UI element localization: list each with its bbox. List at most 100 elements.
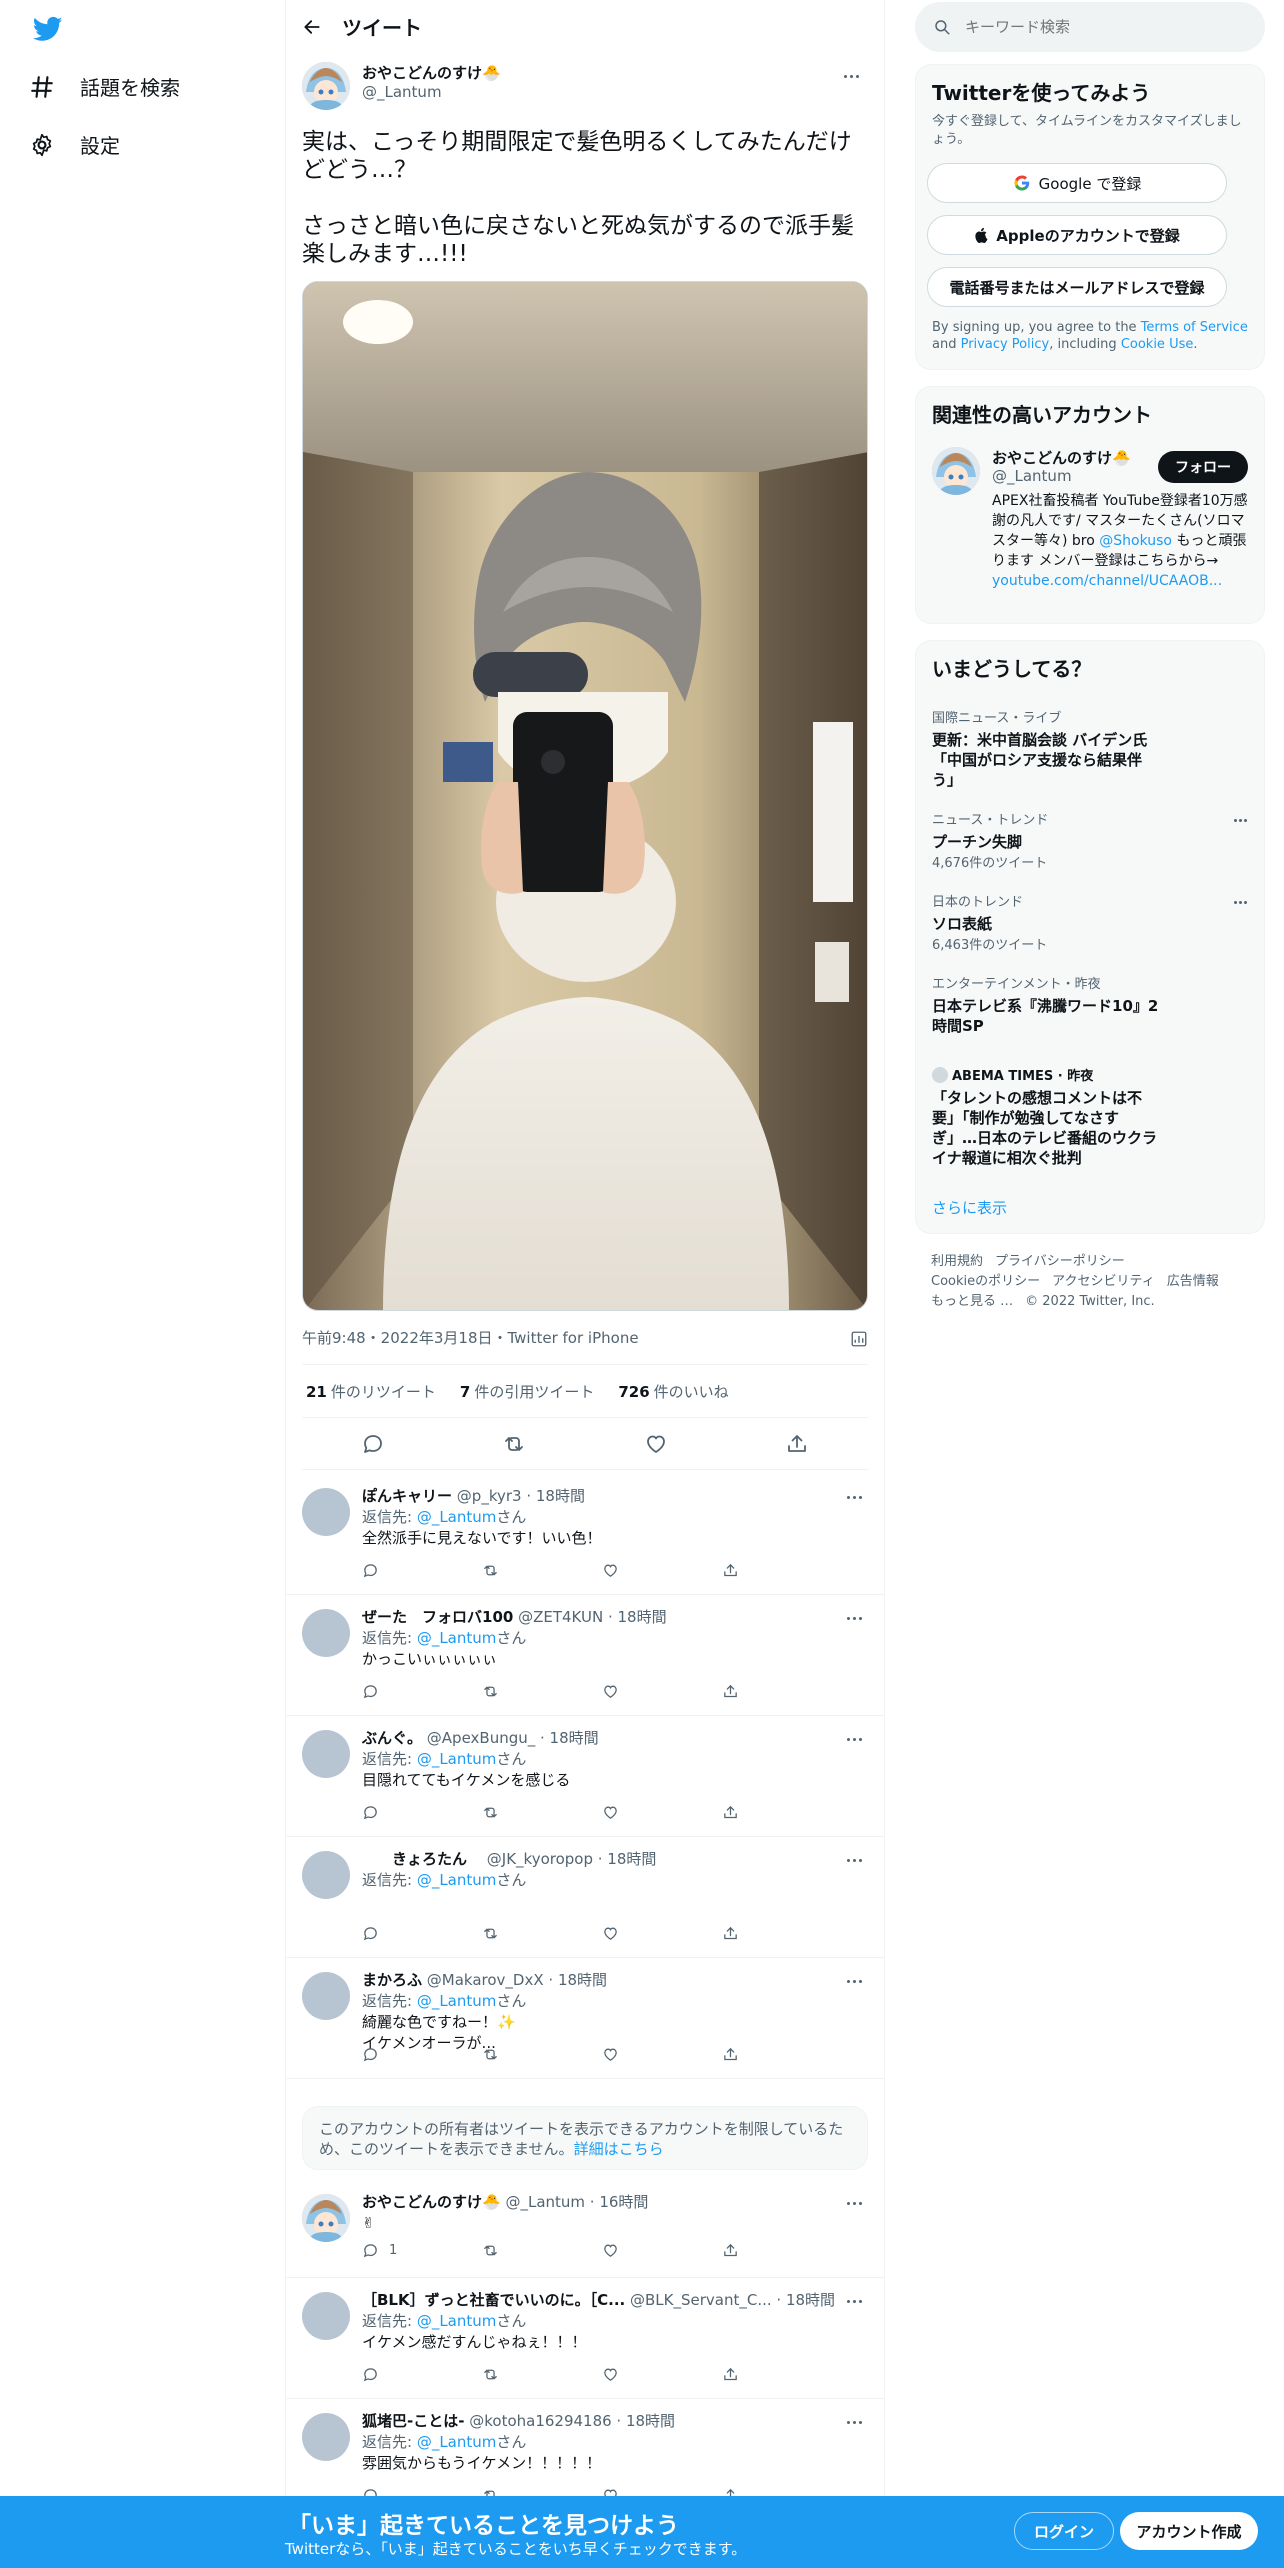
tweet-author-handle[interactable]: @_Lantum: [362, 83, 501, 101]
reply-author-name[interactable]: きょろたん: [362, 1850, 482, 1868]
more-options-icon[interactable]: [840, 2413, 868, 2431]
retweet-button[interactable]: [482, 1683, 582, 1700]
login-button[interactable]: ログイン: [1014, 2512, 1114, 2550]
reply-author-handle[interactable]: @BLK_Servant_C... · 18時間: [630, 2291, 835, 2309]
retweet-button[interactable]: [482, 1562, 582, 1579]
reply-author-name[interactable]: ぜーた フォロバ100: [362, 1608, 513, 1626]
more-options-icon[interactable]: [840, 2194, 868, 2212]
reply-to-link[interactable]: @_Lantum: [417, 2433, 497, 2451]
footer-privacy[interactable]: プライバシーポリシー: [995, 1254, 1125, 1269]
more-options-icon[interactable]: [834, 66, 868, 86]
tweet-meta[interactable]: 午前9:48・2022年3月18日・Twitter for iPhone: [302, 1327, 639, 1348]
retweet-icon[interactable]: [502, 1432, 526, 1456]
reply-tweet[interactable]: ぜーた フォロバ100 @ZET4KUN · 18時間 返信先: @_Lantum…: [286, 1595, 884, 1716]
reply-author-name[interactable]: ぽんキャリー: [362, 1487, 452, 1505]
footer-accessibility[interactable]: アクセシビリティ: [1052, 1274, 1155, 1289]
footer-more[interactable]: もっと見る …: [931, 1294, 1013, 1309]
more-options-icon[interactable]: [1230, 895, 1250, 909]
reply-author-handle[interactable]: @ZET4KUN · 18時間: [518, 1608, 666, 1626]
reply-to-link[interactable]: @_Lantum: [417, 1992, 497, 2010]
reply-to-link[interactable]: @_Lantum: [417, 1508, 497, 1526]
reply-tweet[interactable]: おやこどんのすけ🐣 @_Lantum · 16時間 ✌ 1: [286, 2180, 884, 2278]
like-button[interactable]: [602, 1804, 702, 1821]
privacy-link[interactable]: Privacy Policy: [961, 337, 1050, 352]
avatar[interactable]: [302, 1609, 350, 1657]
reply-author-name[interactable]: おやこどんのすけ🐣: [362, 2193, 501, 2211]
like-button[interactable]: [602, 2046, 702, 2063]
share-button[interactable]: [722, 1925, 822, 1942]
reply-button[interactable]: 1: [362, 2242, 462, 2259]
reply-author-handle[interactable]: @_Lantum · 16時間: [505, 2193, 648, 2211]
reply-to-link[interactable]: @_Lantum: [417, 1629, 497, 1647]
share-button[interactable]: [722, 2046, 822, 2063]
reply-button[interactable]: [362, 1804, 462, 1821]
trend-item[interactable]: ABEMA TIMES · 昨夜 「タレントの感想コメントは不要」「制作が勉強して…: [932, 1065, 1250, 1168]
reply-icon[interactable]: [361, 1432, 385, 1456]
retweet-button[interactable]: [482, 2046, 582, 2063]
nav-explore[interactable]: 話題を検索: [28, 72, 180, 101]
more-options-icon[interactable]: [1230, 813, 1250, 827]
like-button[interactable]: [602, 2242, 702, 2259]
avatar[interactable]: [302, 2194, 350, 2242]
learn-more-link[interactable]: 詳細はこちら: [574, 2140, 664, 2158]
more-options-icon[interactable]: [840, 1488, 868, 1506]
like-button[interactable]: [602, 1925, 702, 1942]
reply-button[interactable]: [362, 1683, 462, 1700]
reply-button[interactable]: [362, 1562, 462, 1579]
signup-button[interactable]: アカウント作成: [1120, 2512, 1258, 2550]
reply-author-handle[interactable]: @JK_kyoropop · 18時間: [487, 1850, 657, 1868]
share-icon[interactable]: [785, 1432, 809, 1456]
more-options-icon[interactable]: [840, 1730, 868, 1748]
reply-button[interactable]: [362, 2366, 462, 2383]
related-avatar[interactable]: [932, 447, 980, 495]
avatar[interactable]: [302, 1851, 350, 1899]
reply-author-name[interactable]: 狐堵巴-ことは-: [362, 2412, 464, 2430]
reply-tweet[interactable]: ［BLK］ずっと社畜でいいのに。［C... @BLK_Servant_C... …: [286, 2278, 884, 2399]
share-button[interactable]: [722, 1683, 822, 1700]
retweet-button[interactable]: [482, 1925, 582, 1942]
google-signup-button[interactable]: Google で登録: [927, 163, 1227, 203]
reply-to-link[interactable]: @_Lantum: [417, 2312, 497, 2330]
tweet-author[interactable]: おやこどんのすけ🐣 @_Lantum: [302, 62, 868, 110]
twitter-logo-icon[interactable]: [30, 14, 66, 44]
reply-button[interactable]: [362, 1925, 462, 1942]
avatar[interactable]: [302, 1730, 350, 1778]
like-button[interactable]: [602, 1562, 702, 1579]
more-options-icon[interactable]: [840, 1972, 868, 1990]
reply-author-name[interactable]: ［BLK］ずっと社畜でいいのに。［C...: [362, 2291, 625, 2309]
search-bar[interactable]: [915, 2, 1265, 52]
related-handle[interactable]: @_Lantum: [992, 467, 1072, 485]
trend-item[interactable]: エンターテインメント・昨夜 日本テレビ系『沸騰ワード10』2時間SP: [932, 973, 1250, 1036]
related-name[interactable]: おやこどんのすけ🐣: [992, 447, 1131, 468]
reply-author-handle[interactable]: @Makarov_DxX · 18時間: [427, 1971, 607, 1989]
retweet-button[interactable]: [482, 2366, 582, 2383]
cookie-link[interactable]: Cookie Use: [1121, 337, 1194, 352]
bio-url-link[interactable]: youtube.com/channel/UCAAOB...: [992, 573, 1222, 589]
show-more-link[interactable]: さらに表示: [932, 1197, 1007, 1218]
search-input[interactable]: [965, 18, 1225, 36]
tweet-author-name[interactable]: おやこどんのすけ🐣: [362, 62, 501, 83]
quote-stat[interactable]: 7 件の引用ツイート: [460, 1381, 594, 1402]
footer-cookie[interactable]: Cookieのポリシー: [931, 1274, 1040, 1289]
more-options-icon[interactable]: [840, 1851, 868, 1869]
avatar[interactable]: [302, 1972, 350, 2020]
trend-item[interactable]: 国際ニュース・ライブ 更新：米中首脳会談 バイデン氏「中国がロシア支援なら結果伴う…: [932, 707, 1250, 790]
tweet-photo[interactable]: [302, 281, 868, 1311]
reply-author-name[interactable]: まかろふ: [362, 1971, 422, 1989]
share-button[interactable]: [722, 1804, 822, 1821]
analytics-icon[interactable]: [850, 1330, 868, 1348]
reply-to-link[interactable]: @_Lantum: [417, 1871, 497, 1889]
reply-author-handle[interactable]: @kotoha16294186 · 18時間: [469, 2412, 675, 2430]
avatar[interactable]: [302, 2292, 350, 2340]
reply-button[interactable]: [362, 2046, 462, 2063]
more-options-icon[interactable]: [840, 1609, 868, 1627]
trend-item[interactable]: 日本のトレンド ソロ表紙 6,463件のツイート: [932, 891, 1250, 953]
reply-tweet[interactable]: ぶんぐ。 @ApexBungu_ · 18時間 返信先: @_Lantumさん 目隠…: [286, 1716, 884, 1837]
back-button[interactable]: [286, 0, 342, 53]
phone-email-signup-button[interactable]: 電話番号またはメールアドレスで登録: [927, 267, 1227, 307]
like-stat[interactable]: 726 件のいいね: [618, 1381, 728, 1402]
reply-author-handle[interactable]: @p_kyr3 · 18時間: [457, 1487, 585, 1505]
apple-signup-button[interactable]: Appleのアカウントで登録: [927, 215, 1227, 255]
follow-button[interactable]: フォロー: [1158, 451, 1248, 483]
avatar[interactable]: [302, 62, 350, 110]
